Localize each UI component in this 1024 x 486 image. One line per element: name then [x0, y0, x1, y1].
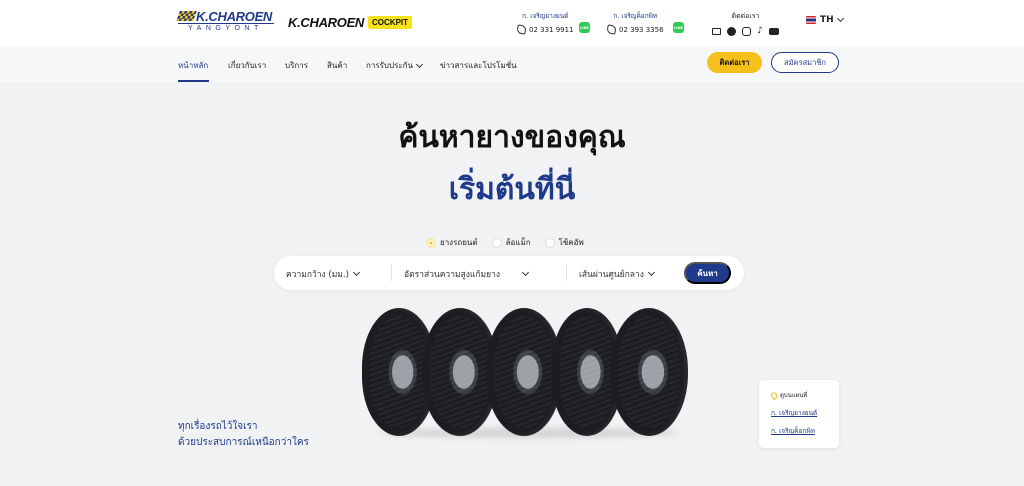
- nav-products[interactable]: สินค้า: [327, 59, 347, 72]
- radio-shocks[interactable]: โช้คอัพ: [544, 236, 584, 249]
- hero-title-line2: เริ่มต้นที่นี่: [448, 172, 576, 207]
- map-pin-icon: [769, 390, 779, 400]
- mail-icon[interactable]: [712, 28, 722, 35]
- logo-sub-text: YANGYONT: [188, 25, 263, 32]
- radio-label: ล้อแม็ก: [505, 238, 531, 247]
- logo-divider: [178, 23, 274, 24]
- nav-warranty[interactable]: การรับประกัน: [366, 59, 424, 72]
- chevron-down-icon: [522, 268, 530, 277]
- width-select[interactable]: ความกว้าง (มม.): [286, 267, 360, 281]
- radio-tires[interactable]: ยางรถยนต์: [426, 236, 478, 249]
- divider: [391, 265, 392, 281]
- facebook-icon[interactable]: [727, 27, 737, 36]
- contact-cockpit: ก. เจริญค็อกพิท 02 393 3356: [606, 11, 664, 35]
- radio-dot: [544, 237, 555, 248]
- contact-label: ก. เจริญยางยนต์: [522, 12, 569, 20]
- tire-image: [610, 308, 688, 436]
- nav-warranty-label: การรับประกัน: [366, 61, 413, 70]
- aspect-ratio-select[interactable]: อัตราส่วนความสูงแก้มยาง: [404, 267, 530, 281]
- youtube-icon[interactable]: [768, 28, 779, 35]
- hero-title-line1: ค้นหายางของคุณ: [398, 120, 626, 155]
- chevron-down-icon: [415, 60, 424, 68]
- map-link-cockpit[interactable]: ก. เจริญค็อกพิท: [771, 426, 827, 436]
- social-label: ติดต่อเรา: [731, 12, 760, 20]
- phone-icon: [606, 24, 617, 35]
- chevron-down-icon: [352, 268, 360, 277]
- checkered-flag-icon: [176, 11, 197, 21]
- radio-label: ยางรถยนต์: [440, 238, 478, 247]
- search-button[interactable]: ค้นหา: [684, 262, 731, 284]
- select-label: อัตราส่วนความสูงแก้มยาง: [404, 270, 501, 280]
- line-icon[interactable]: LINE: [673, 22, 684, 33]
- radio-dot-selected: [426, 237, 436, 248]
- line-icon[interactable]: LINE: [579, 22, 590, 33]
- language-selector[interactable]: TH: [806, 14, 844, 25]
- radio-wheels[interactable]: ล้อแม็ก: [491, 236, 531, 249]
- map-card: ดูบนแผนที่ ก. เจริญยางยนต์ ก. เจริญค็อกพ…: [759, 380, 839, 448]
- tagline-line1: ทุกเรื่องรถไว้ใจเรา: [178, 421, 258, 432]
- product-type-radios: ยางรถยนต์ ล้อแม็ก โช้คอัพ: [426, 236, 584, 249]
- tire-search-bar: ความกว้าง (มม.) อัตราส่วนความสูงแก้มยาง …: [274, 256, 744, 290]
- chevron-down-icon: [836, 14, 844, 23]
- select-label: ความกว้าง (มม.): [286, 270, 349, 280]
- contact-yangyont: ก. เจริญยางยนต์ 02 331 9911: [516, 11, 574, 35]
- phone-icon: [516, 24, 527, 35]
- chevron-down-icon: [647, 268, 655, 277]
- nav-about[interactable]: เกี่ยวกับเรา: [228, 59, 266, 72]
- logo-main-text: K.CHAROEN: [196, 9, 273, 24]
- radio-label: โช้คอัพ: [558, 238, 584, 247]
- hero-tagline: ทุกเรื่องรถไว้ใจเรา ด้วยประสบการณ์เหนือก…: [178, 419, 309, 451]
- divider: [566, 265, 567, 281]
- instagram-icon[interactable]: [742, 27, 752, 36]
- kcharoen-yangyont-logo[interactable]: K.CHAROEN YANGYONT: [176, 9, 274, 35]
- diameter-select[interactable]: เส้นผ่านศูนย์กลาง: [579, 267, 655, 281]
- nav-home[interactable]: หน้าหลัก: [178, 59, 208, 72]
- logo-second-text: K.CHAROEN: [288, 14, 365, 30]
- register-member-button[interactable]: สมัครสมาชิก: [771, 52, 839, 73]
- main-nav: หน้าหลัก เกี่ยวกับเรา บริการ สินค้า การร…: [0, 46, 1024, 82]
- tire-image: [486, 308, 562, 436]
- nav-services[interactable]: บริการ: [285, 59, 308, 72]
- radio-dot: [491, 237, 502, 248]
- map-card-title: ดูบนแผนที่: [780, 392, 808, 399]
- tiktok-icon[interactable]: ♪: [757, 27, 763, 36]
- contact-label: ก. เจริญค็อกพิท: [613, 12, 658, 20]
- thai-flag-icon: [806, 16, 816, 24]
- select-label: เส้นผ่านศูนย์กลาง: [579, 270, 644, 280]
- nav-news[interactable]: ข่าวสารและโปรโมชั่น: [440, 59, 517, 72]
- cockpit-badge: COCKPIT: [368, 15, 413, 29]
- phone-number[interactable]: 02 393 3356: [619, 26, 664, 34]
- tires-image: [362, 308, 692, 436]
- phone-number[interactable]: 02 331 9911: [529, 26, 574, 34]
- tagline-line2: ด้วยประสบการณ์เหนือกว่าใคร: [178, 437, 309, 448]
- language-label: TH: [820, 15, 834, 25]
- social-links: ติดต่อเรา ♪: [708, 11, 783, 36]
- kcharoen-cockpit-logo[interactable]: K.CHAROEN COCKPIT: [288, 13, 413, 31]
- hero-section: ค้นหายางของคุณ เริ่มต้นที่นี่ ยางรถยนต์ …: [0, 82, 1024, 486]
- contact-us-button[interactable]: ติดต่อเรา: [707, 52, 762, 73]
- top-bar: K.CHAROEN YANGYONT K.CHAROEN COCKPIT ก. …: [0, 0, 1024, 46]
- map-link-yangyont[interactable]: ก. เจริญยางยนต์: [771, 408, 827, 418]
